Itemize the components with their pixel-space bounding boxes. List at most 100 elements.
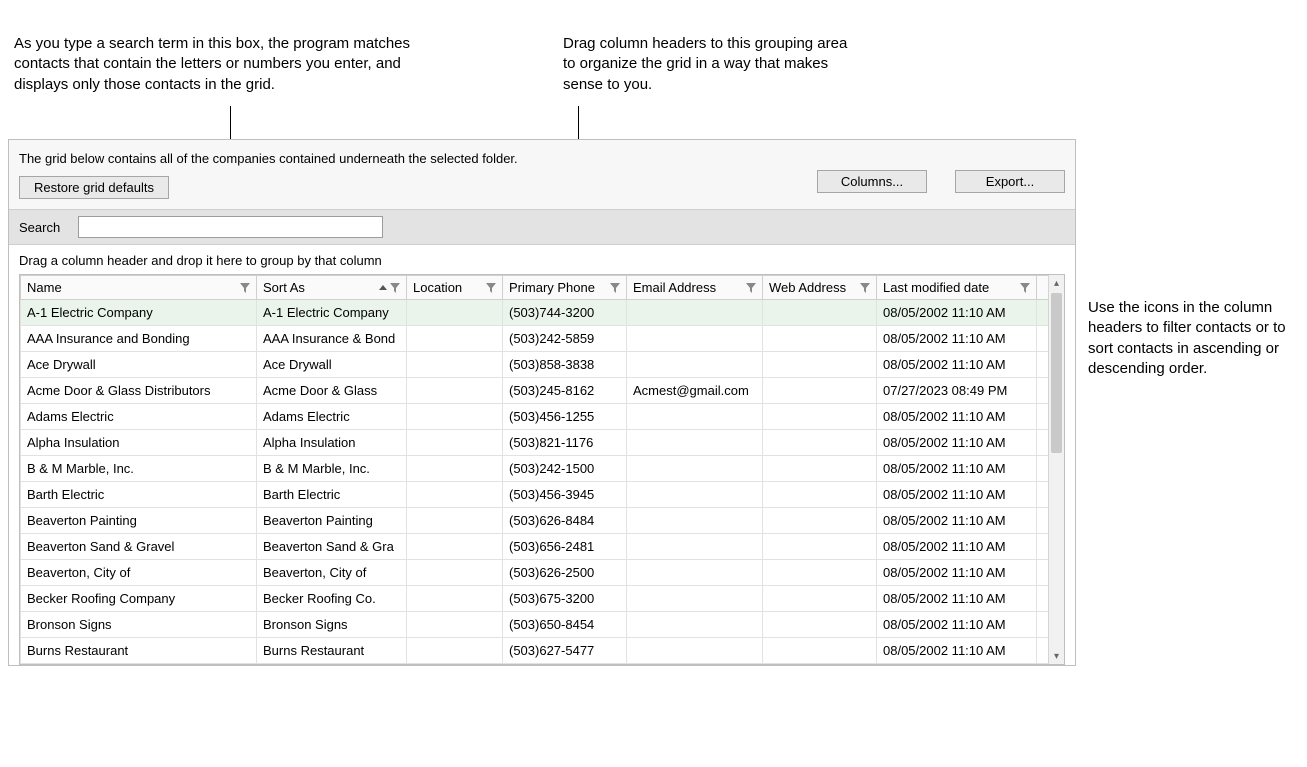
table-row[interactable]: Adams ElectricAdams Electric(503)456-125…	[21, 404, 1064, 430]
cell-name[interactable]: Beaverton Sand & Gravel	[21, 534, 257, 560]
restore-grid-defaults-button[interactable]: Restore grid defaults	[19, 176, 169, 199]
filter-icon[interactable]	[610, 283, 620, 293]
table-row[interactable]: Acme Door & Glass DistributorsAcme Door …	[21, 378, 1064, 404]
cell-sort-as[interactable]: Beaverton, City of	[257, 560, 407, 586]
cell-email[interactable]	[627, 482, 763, 508]
cell-primary-phone[interactable]: (503)650-8454	[503, 612, 627, 638]
vertical-scrollbar[interactable]: ▴ ▾	[1048, 275, 1064, 664]
search-input[interactable]	[78, 216, 383, 238]
cell-name[interactable]: Acme Door & Glass Distributors	[21, 378, 257, 404]
cell-web[interactable]	[763, 508, 877, 534]
cell-location[interactable]	[407, 482, 503, 508]
cell-name[interactable]: B & M Marble, Inc.	[21, 456, 257, 482]
cell-sort-as[interactable]: Becker Roofing Co.	[257, 586, 407, 612]
cell-name[interactable]: A-1 Electric Company	[21, 300, 257, 326]
cell-sort-as[interactable]: Barth Electric	[257, 482, 407, 508]
table-row[interactable]: Barth ElectricBarth Electric(503)456-394…	[21, 482, 1064, 508]
cell-email[interactable]	[627, 326, 763, 352]
cell-name[interactable]: Adams Electric	[21, 404, 257, 430]
cell-name[interactable]: Beaverton, City of	[21, 560, 257, 586]
cell-last-modified[interactable]: 08/05/2002 11:10 AM	[877, 560, 1037, 586]
cell-primary-phone[interactable]: (503)456-1255	[503, 404, 627, 430]
scroll-up-icon[interactable]: ▴	[1049, 275, 1064, 291]
cell-last-modified[interactable]: 08/05/2002 11:10 AM	[877, 534, 1037, 560]
contacts-grid[interactable]: Name Sort As	[20, 275, 1064, 664]
cell-sort-as[interactable]: B & M Marble, Inc.	[257, 456, 407, 482]
cell-primary-phone[interactable]: (503)675-3200	[503, 586, 627, 612]
cell-location[interactable]	[407, 300, 503, 326]
cell-location[interactable]	[407, 508, 503, 534]
filter-icon[interactable]	[746, 283, 756, 293]
cell-last-modified[interactable]: 08/05/2002 11:10 AM	[877, 352, 1037, 378]
cell-sort-as[interactable]: AAA Insurance & Bond	[257, 326, 407, 352]
cell-sort-as[interactable]: Beaverton Sand & Gra	[257, 534, 407, 560]
cell-sort-as[interactable]: Bronson Signs	[257, 612, 407, 638]
group-by-drop-area[interactable]: Drag a column header and drop it here to…	[9, 245, 1075, 274]
cell-sort-as[interactable]: Alpha Insulation	[257, 430, 407, 456]
cell-web[interactable]	[763, 638, 877, 664]
cell-web[interactable]	[763, 534, 877, 560]
cell-email[interactable]	[627, 508, 763, 534]
cell-location[interactable]	[407, 430, 503, 456]
cell-location[interactable]	[407, 534, 503, 560]
table-row[interactable]: AAA Insurance and BondingAAA Insurance &…	[21, 326, 1064, 352]
cell-email[interactable]	[627, 456, 763, 482]
table-row[interactable]: Bronson SignsBronson Signs (503)650-8454 0…	[21, 612, 1064, 638]
cell-location[interactable]	[407, 404, 503, 430]
column-header-email[interactable]: Email Address	[627, 276, 763, 300]
cell-last-modified[interactable]: 08/05/2002 11:10 AM	[877, 508, 1037, 534]
cell-web[interactable]	[763, 378, 877, 404]
table-row[interactable]: A-1 Electric CompanyA-1 Electric Company…	[21, 300, 1064, 326]
cell-email[interactable]	[627, 638, 763, 664]
cell-email[interactable]	[627, 560, 763, 586]
scroll-down-icon[interactable]: ▾	[1049, 648, 1064, 664]
table-row[interactable]: Beaverton Sand & GravelBeaverton Sand & …	[21, 534, 1064, 560]
filter-icon[interactable]	[390, 283, 400, 293]
cell-last-modified[interactable]: 08/05/2002 11:10 AM	[877, 482, 1037, 508]
cell-location[interactable]	[407, 638, 503, 664]
cell-location[interactable]	[407, 560, 503, 586]
cell-primary-phone[interactable]: (503)656-2481	[503, 534, 627, 560]
cell-location[interactable]	[407, 586, 503, 612]
column-header-primary-phone[interactable]: Primary Phone	[503, 276, 627, 300]
cell-sort-as[interactable]: Burns Restaurant	[257, 638, 407, 664]
cell-web[interactable]	[763, 586, 877, 612]
cell-web[interactable]	[763, 430, 877, 456]
cell-web[interactable]	[763, 352, 877, 378]
cell-last-modified[interactable]: 08/05/2002 11:10 AM	[877, 638, 1037, 664]
cell-web[interactable]	[763, 560, 877, 586]
filter-icon[interactable]	[860, 283, 870, 293]
cell-primary-phone[interactable]: (503)627-5477	[503, 638, 627, 664]
cell-name[interactable]: Ace Drywall	[21, 352, 257, 378]
cell-primary-phone[interactable]: (503)858-3838	[503, 352, 627, 378]
cell-name[interactable]: Alpha Insulation	[21, 430, 257, 456]
cell-email[interactable]	[627, 352, 763, 378]
table-row[interactable]: Becker Roofing CompanyBecker Roofing Co.…	[21, 586, 1064, 612]
filter-icon[interactable]	[486, 283, 496, 293]
cell-web[interactable]	[763, 300, 877, 326]
cell-email[interactable]	[627, 586, 763, 612]
cell-email[interactable]	[627, 404, 763, 430]
cell-last-modified[interactable]: 08/05/2002 11:10 AM	[877, 586, 1037, 612]
cell-location[interactable]	[407, 612, 503, 638]
cell-sort-as[interactable]: Beaverton Painting	[257, 508, 407, 534]
cell-last-modified[interactable]: 08/05/2002 11:10 AM	[877, 404, 1037, 430]
cell-web[interactable]	[763, 456, 877, 482]
cell-location[interactable]	[407, 456, 503, 482]
cell-name[interactable]: Becker Roofing Company	[21, 586, 257, 612]
cell-primary-phone[interactable]: (503)242-5859	[503, 326, 627, 352]
cell-name[interactable]: Beaverton Painting	[21, 508, 257, 534]
cell-last-modified[interactable]: 08/05/2002 11:10 AM	[877, 326, 1037, 352]
scroll-thumb[interactable]	[1051, 293, 1062, 453]
columns-button[interactable]: Columns...	[817, 170, 927, 193]
cell-email[interactable]	[627, 612, 763, 638]
table-row[interactable]: Burns RestaurantBurns Restaurant (503)627…	[21, 638, 1064, 664]
cell-primary-phone[interactable]: (503)626-2500	[503, 560, 627, 586]
cell-name[interactable]: Bronson Signs	[21, 612, 257, 638]
cell-sort-as[interactable]: Acme Door & Glass	[257, 378, 407, 404]
cell-last-modified[interactable]: 08/05/2002 11:10 AM	[877, 612, 1037, 638]
cell-name[interactable]: Burns Restaurant	[21, 638, 257, 664]
cell-last-modified[interactable]: 08/05/2002 11:10 AM	[877, 300, 1037, 326]
cell-name[interactable]: Barth Electric	[21, 482, 257, 508]
column-header-location[interactable]: Location	[407, 276, 503, 300]
